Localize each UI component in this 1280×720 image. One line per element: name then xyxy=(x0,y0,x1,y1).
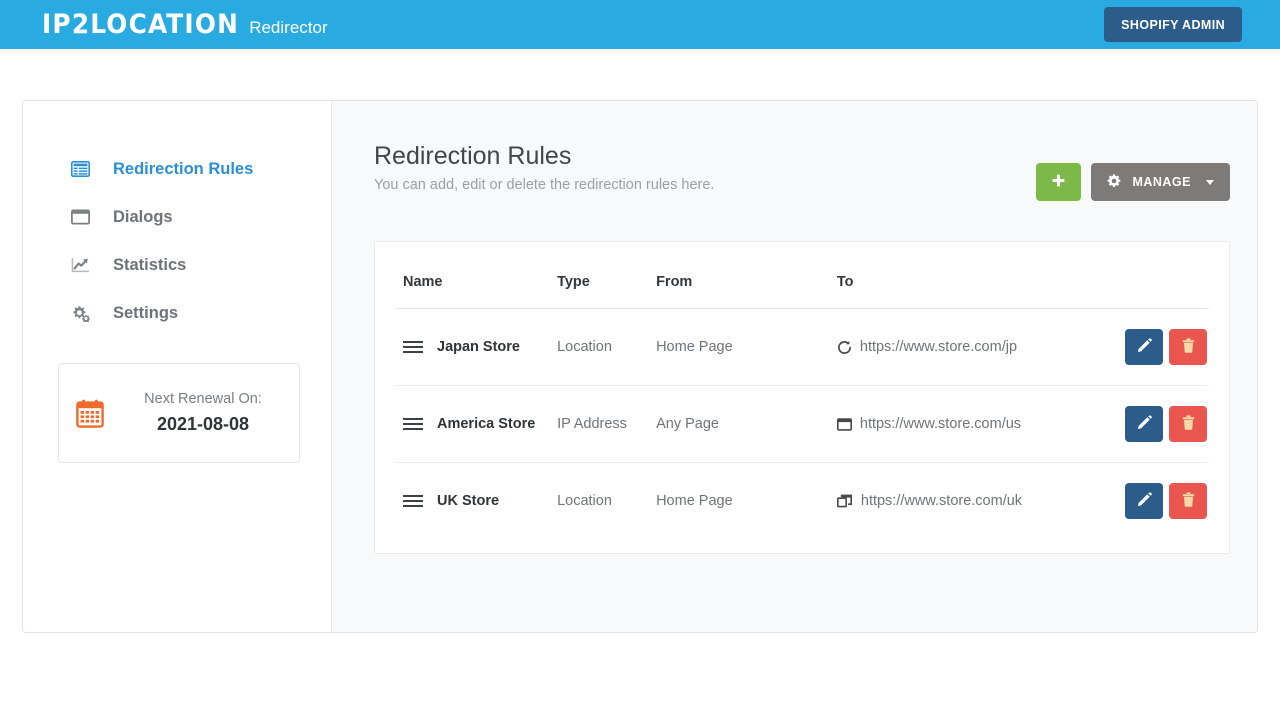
table-row: America Store IP Address Any Page xyxy=(395,386,1209,463)
gear-icon xyxy=(1107,174,1121,191)
manage-button[interactable]: MANAGE xyxy=(1091,163,1230,201)
shopify-admin-button[interactable]: SHOPIFY ADMIN xyxy=(1104,7,1242,42)
sidebar-item-label: Redirection Rules xyxy=(113,160,253,179)
calendar-icon xyxy=(59,399,121,428)
chart-line-icon xyxy=(71,257,97,273)
main-panel: Redirection Rules Dialogs Statistics xyxy=(22,100,1258,633)
manage-button-label: MANAGE xyxy=(1132,175,1191,189)
app-header: IP2LOCATION Redirector SHOPIFY ADMIN xyxy=(0,0,1280,49)
column-header-to: To xyxy=(837,242,1115,309)
header-actions: MANAGE xyxy=(1036,163,1230,201)
window-icon xyxy=(837,418,852,431)
cell-type: Location xyxy=(557,309,656,386)
edit-pencil-icon xyxy=(1137,492,1152,510)
cell-to: https://www.store.com/jp xyxy=(837,309,1115,386)
table-list-icon xyxy=(71,161,97,177)
row-actions xyxy=(1114,483,1207,519)
next-renewal-box: Next Renewal On: 2021-08-08 xyxy=(58,363,300,463)
to-url: https://www.store.com/jp xyxy=(860,339,1017,355)
to-url: https://www.store.com/us xyxy=(860,416,1021,432)
table-row: UK Store Location Home Page xyxy=(395,463,1209,554)
sidebar-item-label: Dialogs xyxy=(113,208,173,227)
renewal-label: Next Renewal On: xyxy=(121,391,285,407)
plus-icon xyxy=(1051,173,1066,191)
sidebar-item-label: Settings xyxy=(113,304,178,323)
delete-rule-button[interactable] xyxy=(1169,483,1207,519)
window-icon xyxy=(71,209,97,225)
table-row: Japan Store Location Home Page xyxy=(395,309,1209,386)
sidebar-item-settings[interactable]: Settings xyxy=(23,289,331,337)
cell-actions xyxy=(1114,386,1209,463)
rule-name: America Store xyxy=(437,416,535,432)
cell-actions xyxy=(1114,463,1209,554)
trash-icon xyxy=(1182,338,1195,356)
cell-name: Japan Store xyxy=(395,309,557,386)
drag-handle-icon[interactable] xyxy=(403,417,423,431)
cell-to: https://www.store.com/us xyxy=(837,386,1115,463)
edit-pencil-icon xyxy=(1137,415,1152,433)
sidebar-item-dialogs[interactable]: Dialogs xyxy=(23,193,331,241)
table-head: Name Type From To xyxy=(395,242,1209,309)
rule-name: UK Store xyxy=(437,493,499,509)
to-cell: https://www.store.com/us xyxy=(837,416,1115,432)
rules-table: Name Type From To xyxy=(395,242,1209,553)
delete-rule-button[interactable] xyxy=(1169,406,1207,442)
page-header: Redirection Rules You can add, edit or d… xyxy=(374,141,1230,201)
edit-pencil-icon xyxy=(1137,338,1152,356)
content-area: Redirection Rules You can add, edit or d… xyxy=(332,101,1258,632)
table-header-row: Name Type From To xyxy=(395,242,1209,309)
sidebar-item-label: Statistics xyxy=(113,256,186,275)
renewal-text: Next Renewal On: 2021-08-08 xyxy=(121,391,299,435)
cell-name: America Store xyxy=(395,386,557,463)
name-cell: UK Store xyxy=(403,493,557,509)
brand: IP2LOCATION Redirector xyxy=(42,11,328,38)
table-body: Japan Store Location Home Page xyxy=(395,309,1209,554)
cell-type: IP Address xyxy=(557,386,656,463)
drag-handle-icon[interactable] xyxy=(403,340,423,354)
rule-name: Japan Store xyxy=(437,339,520,355)
column-header-type: Type xyxy=(557,242,656,309)
name-cell: Japan Store xyxy=(403,339,557,355)
cell-name: UK Store xyxy=(395,463,557,554)
row-actions xyxy=(1114,406,1207,442)
trash-icon xyxy=(1182,492,1195,510)
cell-actions xyxy=(1114,309,1209,386)
gears-icon xyxy=(71,305,97,322)
drag-handle-icon[interactable] xyxy=(403,494,423,508)
edit-rule-button[interactable] xyxy=(1125,329,1163,365)
sidebar-item-statistics[interactable]: Statistics xyxy=(23,241,331,289)
cell-from: Any Page xyxy=(656,386,837,463)
sidebar-item-redirection-rules[interactable]: Redirection Rules xyxy=(23,145,331,193)
to-cell: https://www.store.com/jp xyxy=(837,339,1115,355)
name-cell: America Store xyxy=(403,416,557,432)
column-header-actions xyxy=(1114,242,1209,309)
sidebar: Redirection Rules Dialogs Statistics xyxy=(23,101,332,632)
page-heading-group: Redirection Rules You can add, edit or d… xyxy=(374,141,714,193)
ip2location-logo: IP2LOCATION xyxy=(42,11,239,38)
column-header-from: From xyxy=(656,242,837,309)
chevron-down-icon xyxy=(1206,180,1214,185)
trash-icon xyxy=(1182,415,1195,433)
redo-arrow-icon xyxy=(837,340,852,355)
rules-table-card: Name Type From To xyxy=(374,241,1230,554)
add-rule-button[interactable] xyxy=(1036,163,1081,201)
delete-rule-button[interactable] xyxy=(1169,329,1207,365)
clone-window-icon xyxy=(837,494,853,508)
cell-from: Home Page xyxy=(656,309,837,386)
page-subtitle: You can add, edit or delete the redirect… xyxy=(374,177,714,193)
to-url: https://www.store.com/uk xyxy=(861,493,1022,509)
edit-rule-button[interactable] xyxy=(1125,406,1163,442)
cell-type: Location xyxy=(557,463,656,554)
page-title: Redirection Rules xyxy=(374,141,714,171)
column-header-name: Name xyxy=(395,242,557,309)
renewal-date: 2021-08-08 xyxy=(121,414,285,435)
cell-to: https://www.store.com/uk xyxy=(837,463,1115,554)
to-cell: https://www.store.com/uk xyxy=(837,493,1115,509)
cell-from: Home Page xyxy=(656,463,837,554)
row-actions xyxy=(1114,329,1207,365)
app-name: Redirector xyxy=(249,19,327,36)
edit-rule-button[interactable] xyxy=(1125,483,1163,519)
